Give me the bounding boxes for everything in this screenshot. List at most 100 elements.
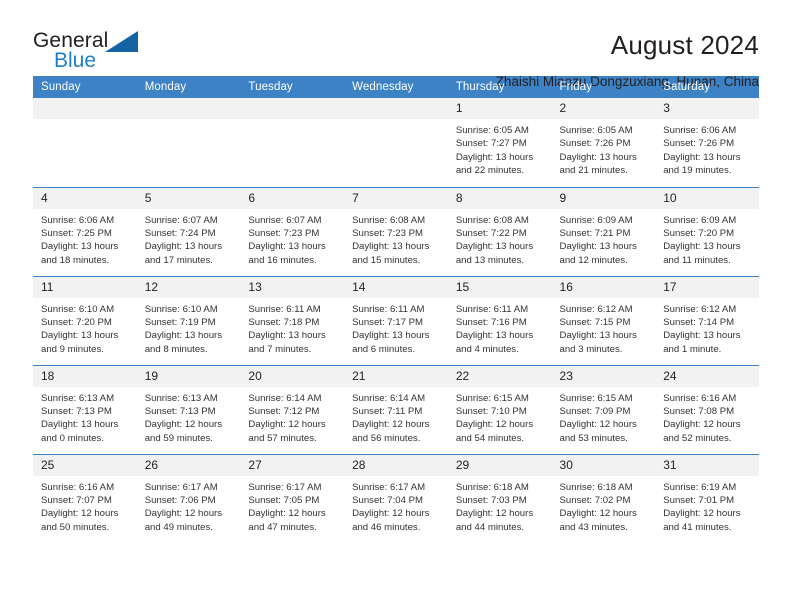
- day-info: Sunrise: 6:12 AM Sunset: 7:15 PM Daylight:…: [552, 298, 656, 357]
- sunrise-text: Sunrise: 6:11 AM: [455, 303, 529, 315]
- calendar-week-row: 18 Sunrise: 6:13 AM Sunset: 7:13 PM Dayligh…: [33, 364, 759, 454]
- sunset-text: Sunset: 7:11 PM: [352, 405, 423, 417]
- calendar-day-cell[interactable]: 7 Sunrise: 6:08 AM Sunset: 7:23 PM Daylight…: [344, 186, 448, 276]
- calendar-day-cell[interactable]: 14 Sunrise: 6:11 AM Sunset: 7:17 PM Dayligh…: [344, 275, 448, 365]
- day-number: 25: [33, 454, 137, 476]
- sunset-text: Sunset: 7:24 PM: [144, 227, 216, 239]
- daylight-text: Daylight: 13 hours and 15 minutes.: [352, 241, 430, 266]
- sunrise-text: Sunrise: 6:05 AM: [455, 125, 529, 136]
- day-info: Sunrise: 6:13 AM Sunset: 7:13 PM Daylight:…: [137, 387, 241, 446]
- calendar-day-cell[interactable]: 23 Sunrise: 6:15 AM Sunset: 7:09 PM Dayligh…: [551, 364, 656, 454]
- calendar-day-cell[interactable]: 19 Sunrise: 6:13 AM Sunset: 7:13 PM Dayligh…: [136, 364, 241, 454]
- calendar-day-cell[interactable]: 18 Sunrise: 6:13 AM Sunset: 7:13 PM Dayligh…: [33, 364, 137, 454]
- daylight-text: Daylight: 13 hours and 7 minutes.: [248, 330, 326, 355]
- calendar-day-cell[interactable]: 29 Sunrise: 6:18 AM Sunset: 7:03 PM Dayligh…: [447, 453, 552, 543]
- calendar-day-cell[interactable]: 22 Sunrise: 6:15 AM Sunset: 7:10 PM Dayligh…: [447, 364, 552, 454]
- sunset-text: Sunset: 7:26 PM: [559, 138, 631, 150]
- calendar-day-cell[interactable]: 1 Sunrise: 6:05 AM Sunset: 7:27 PM Daylight…: [447, 98, 552, 187]
- daylight-text: Daylight: 12 hours and 43 minutes.: [559, 508, 637, 533]
- day-info: Sunrise: 6:05 AM Sunset: 7:27 PM Daylight:…: [448, 119, 552, 178]
- calendar-day-cell[interactable]: 9 Sunrise: 6:09 AM Sunset: 7:21 PM Daylight…: [551, 186, 656, 276]
- day-number: 3: [655, 98, 759, 119]
- sunset-text: Sunset: 7:07 PM: [41, 494, 112, 506]
- calendar-day-cell[interactable]: 3 Sunrise: 6:06 AM Sunset: 7:26 PM Daylight…: [655, 98, 759, 187]
- daylight-text: Daylight: 12 hours and 57 minutes.: [248, 419, 326, 444]
- day-info: Sunrise: 6:10 AM Sunset: 7:20 PM Daylight:…: [33, 298, 137, 357]
- calendar-day-cell[interactable]: 24 Sunrise: 6:16 AM Sunset: 7:08 PM Dayligh…: [655, 364, 759, 454]
- sunrise-text: Sunrise: 6:14 AM: [248, 392, 322, 404]
- day-number: [136, 98, 241, 119]
- sunset-text: Sunset: 7:20 PM: [41, 316, 112, 328]
- calendar-day-cell[interactable]: 10 Sunrise: 6:09 AM Sunset: 7:20 PM Dayligh…: [655, 186, 759, 276]
- calendar-day-cell[interactable]: 27 Sunrise: 6:17 AM Sunset: 7:05 PM Dayligh…: [240, 453, 345, 543]
- calendar-day-cell[interactable]: 25 Sunrise: 6:16 AM Sunset: 7:07 PM Dayligh…: [33, 453, 137, 543]
- calendar-day-cell[interactable]: 8 Sunrise: 6:08 AM Sunset: 7:22 PM Daylight…: [447, 186, 552, 276]
- sunset-text: Sunset: 7:26 PM: [663, 138, 735, 150]
- calendar-day-cell[interactable]: 30 Sunrise: 6:18 AM Sunset: 7:02 PM Dayligh…: [551, 453, 656, 543]
- day-number: 9: [551, 187, 656, 209]
- sunset-text: Sunset: 7:23 PM: [352, 227, 424, 239]
- daylight-text: Daylight: 13 hours and 17 minutes.: [144, 241, 223, 266]
- calendar-day-cell[interactable]: 12 Sunrise: 6:10 AM Sunset: 7:19 PM Dayligh…: [136, 275, 241, 365]
- day-number: 16: [551, 276, 656, 298]
- sunrise-text: Sunrise: 6:13 AM: [41, 392, 115, 404]
- calendar-day-cell[interactable]: 26 Sunrise: 6:17 AM Sunset: 7:06 PM Dayligh…: [136, 453, 241, 543]
- sunrise-text: Sunrise: 6:08 AM: [352, 214, 426, 226]
- calendar-day-cell[interactable]: 2 Sunrise: 6:05 AM Sunset: 7:26 PM Daylight…: [551, 98, 656, 187]
- day-number: 13: [240, 276, 345, 298]
- daylight-text: Daylight: 12 hours and 44 minutes.: [455, 508, 534, 533]
- day-info: Sunrise: 6:06 AM Sunset: 7:26 PM Daylight:…: [655, 119, 759, 178]
- day-number: [344, 98, 448, 119]
- sunset-text: Sunset: 7:19 PM: [144, 316, 216, 328]
- daylight-text: Daylight: 12 hours and 54 minutes.: [455, 419, 534, 444]
- daylight-text: Daylight: 13 hours and 16 minutes.: [248, 241, 326, 266]
- day-info: Sunrise: 6:17 AM Sunset: 7:04 PM Daylight:…: [344, 476, 448, 535]
- day-number: 6: [240, 187, 345, 209]
- sunrise-text: Sunrise: 6:07 AM: [248, 214, 322, 226]
- sunrise-text: Sunrise: 6:06 AM: [663, 125, 737, 136]
- day-number: 1: [447, 98, 552, 119]
- day-info: Sunrise: 6:11 AM Sunset: 7:18 PM Daylight:…: [240, 298, 344, 357]
- calendar-day-cell[interactable]: 6 Sunrise: 6:07 AM Sunset: 7:23 PM Daylight…: [240, 186, 345, 276]
- calendar-page: General Blue August 2024 Zhaishi Miaozu …: [0, 0, 792, 612]
- day-number: 30: [551, 454, 656, 476]
- calendar-day-cell[interactable]: 28 Sunrise: 6:17 AM Sunset: 7:04 PM Dayligh…: [344, 453, 448, 543]
- daylight-text: Daylight: 13 hours and 8 minutes.: [144, 330, 223, 355]
- sunrise-text: Sunrise: 6:17 AM: [352, 481, 426, 493]
- sunrise-text: Sunrise: 6:08 AM: [455, 214, 529, 226]
- calendar-day-cell[interactable]: 13 Sunrise: 6:11 AM Sunset: 7:18 PM Dayligh…: [240, 275, 345, 365]
- calendar-day-cell[interactable]: 20 Sunrise: 6:14 AM Sunset: 7:12 PM Dayligh…: [240, 364, 345, 454]
- daylight-text: Daylight: 13 hours and 6 minutes.: [352, 330, 430, 355]
- day-number: 4: [33, 187, 137, 209]
- general-blue-logo[interactable]: General Blue: [33, 29, 163, 79]
- day-number: 7: [344, 187, 448, 209]
- day-info: Sunrise: 6:17 AM Sunset: 7:06 PM Daylight:…: [137, 476, 241, 535]
- sunrise-text: Sunrise: 6:18 AM: [559, 481, 633, 493]
- daylight-text: Daylight: 13 hours and 18 minutes.: [41, 241, 119, 266]
- daylight-text: Daylight: 13 hours and 22 minutes.: [455, 151, 534, 177]
- sunrise-text: Sunrise: 6:06 AM: [41, 214, 115, 226]
- day-info: Sunrise: 6:07 AM Sunset: 7:24 PM Daylight:…: [137, 209, 241, 268]
- calendar-day-cell[interactable]: 17 Sunrise: 6:12 AM Sunset: 7:14 PM Dayligh…: [655, 275, 759, 365]
- day-info: Sunrise: 6:16 AM Sunset: 7:08 PM Daylight:…: [655, 387, 759, 446]
- calendar-day-cell[interactable]: 31 Sunrise: 6:19 AM Sunset: 7:01 PM Dayligh…: [655, 453, 759, 543]
- calendar-week-row: 4 Sunrise: 6:06 AM Sunset: 7:25 PM Daylight…: [33, 186, 759, 276]
- day-number: 14: [344, 276, 448, 298]
- daylight-text: Daylight: 12 hours and 50 minutes.: [41, 508, 119, 533]
- day-number: 22: [447, 365, 552, 387]
- calendar-day-cell[interactable]: 5 Sunrise: 6:07 AM Sunset: 7:24 PM Daylight…: [136, 186, 241, 276]
- calendar-day-cell[interactable]: 11 Sunrise: 6:10 AM Sunset: 7:20 PM Dayligh…: [33, 275, 137, 365]
- daylight-text: Daylight: 12 hours and 47 minutes.: [248, 508, 326, 533]
- day-info: Sunrise: 6:19 AM Sunset: 7:01 PM Daylight:…: [655, 476, 759, 535]
- daylight-text: Daylight: 13 hours and 0 minutes.: [41, 419, 119, 444]
- calendar-day-cell[interactable]: 4 Sunrise: 6:06 AM Sunset: 7:25 PM Daylight…: [33, 186, 137, 276]
- sunset-text: Sunset: 7:13 PM: [144, 405, 216, 417]
- sunrise-text: Sunrise: 6:17 AM: [248, 481, 322, 493]
- day-info: Sunrise: 6:16 AM Sunset: 7:07 PM Daylight:…: [33, 476, 137, 535]
- calendar-day-cell[interactable]: 21 Sunrise: 6:14 AM Sunset: 7:11 PM Dayligh…: [344, 364, 448, 454]
- calendar-day-cell[interactable]: 16 Sunrise: 6:12 AM Sunset: 7:15 PM Dayligh…: [551, 275, 656, 365]
- page-title: August 2024: [610, 30, 759, 60]
- sunrise-text: Sunrise: 6:12 AM: [663, 303, 737, 315]
- sunset-text: Sunset: 7:16 PM: [455, 316, 527, 328]
- calendar-day-cell[interactable]: 15 Sunrise: 6:11 AM Sunset: 7:16 PM Dayligh…: [447, 275, 552, 365]
